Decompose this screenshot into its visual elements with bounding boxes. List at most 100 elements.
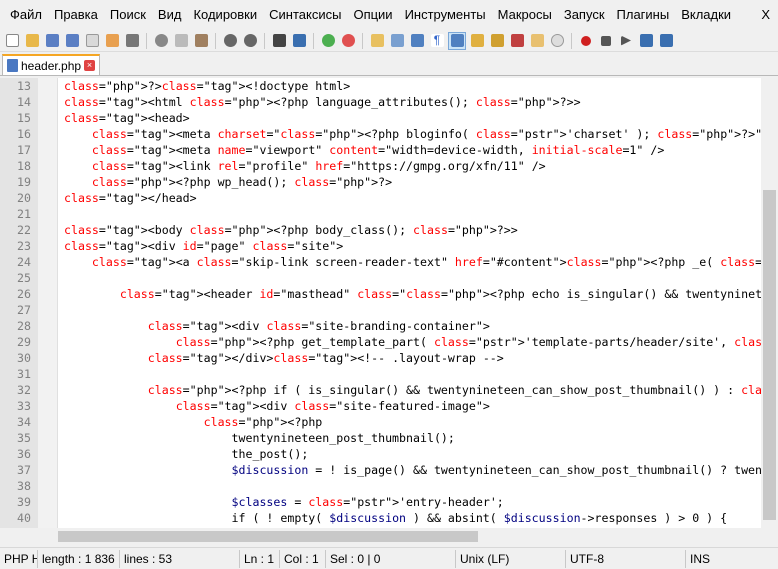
new-file-icon[interactable] xyxy=(3,32,21,50)
code-text: class="tag"><link rel="profile" href="ht… xyxy=(91,159,546,173)
menu-edit[interactable]: Правка xyxy=(48,0,104,30)
doc-map-icon[interactable] xyxy=(488,32,506,50)
code-line: 26 class="tag"><header id="masthead" cla… xyxy=(0,286,778,302)
code-line: 40 if ( ! empty( $discussion ) && absint… xyxy=(0,510,727,526)
code-line: 28 class="tag"><div class="site-branding… xyxy=(0,318,490,334)
code-text: class="php"><?php if ( is_singular() && … xyxy=(147,383,778,397)
menu-settings[interactable]: Опции xyxy=(347,0,398,30)
zoom-out-icon[interactable] xyxy=(339,32,357,50)
code-line: 38 xyxy=(0,478,31,494)
menu-file[interactable]: Файл xyxy=(4,0,48,30)
fold-margin[interactable] xyxy=(38,78,58,528)
vertical-scroll-thumb[interactable] xyxy=(763,190,776,520)
menu-view[interactable]: Вид xyxy=(152,0,188,30)
status-encoding[interactable]: UTF-8 xyxy=(566,549,686,568)
menu-bar: Файл Правка Поиск Вид Кодировки Синтакси… xyxy=(0,0,778,30)
undo-icon[interactable] xyxy=(221,32,239,50)
open-file-icon[interactable] xyxy=(23,32,41,50)
menu-tools[interactable]: Инструменты xyxy=(399,0,492,30)
code-line: 36 the_post(); xyxy=(0,446,308,462)
close-all-icon[interactable] xyxy=(103,32,121,50)
udl-icon[interactable] xyxy=(468,32,486,50)
code-text: if ( ! empty( $discussion ) && absint( $… xyxy=(64,511,728,525)
close-file-icon[interactable] xyxy=(83,32,101,50)
code-line: 14 class="tag"><html class="php"><?php la… xyxy=(0,94,581,110)
horizontal-scroll-thumb[interactable] xyxy=(58,531,478,542)
code-line: 31 xyxy=(0,366,31,382)
replace-icon[interactable] xyxy=(290,32,308,50)
code-line: 34 class="php"><?php xyxy=(0,414,322,430)
line-number: 14 xyxy=(17,95,31,109)
code-text: class="tag"><div class="site-featured-im… xyxy=(175,399,490,413)
line-number: 26 xyxy=(17,287,31,301)
menu-plugins[interactable]: Плагины xyxy=(611,0,676,30)
close-tab-icon[interactable]: × xyxy=(84,60,96,71)
menu-encoding[interactable]: Кодировки xyxy=(187,0,263,30)
menu-search[interactable]: Поиск xyxy=(104,0,152,30)
horizontal-scrollbar[interactable] xyxy=(0,528,761,545)
code-text: class="php">?>class="tag"><!doctype html… xyxy=(64,79,351,93)
code-line: 29 class="php"><?php get_template_part( … xyxy=(0,334,778,350)
vertical-scrollbar[interactable] xyxy=(761,78,778,528)
code-text: class="tag"><div id="page" class="site"> xyxy=(64,239,344,253)
record-macro-icon[interactable] xyxy=(577,32,595,50)
code-text: class="tag"></div>class="tag"><!-- .layo… xyxy=(147,351,504,365)
status-lines: lines : 53 xyxy=(120,549,240,568)
print-icon[interactable] xyxy=(123,32,141,50)
find-icon[interactable] xyxy=(270,32,288,50)
show-all-chars-icon[interactable]: ¶ xyxy=(428,32,446,50)
code-text: class="tag"><meta charset="class="php"><… xyxy=(91,127,778,141)
line-number: 39 xyxy=(17,495,31,509)
toolbar-separator xyxy=(313,32,314,49)
code-line: 15 class="tag"><head> xyxy=(0,110,190,126)
code-text: class="tag"><html class="php"><?php lang… xyxy=(64,95,581,109)
code-line: 23 class="tag"><div id="page" class="site… xyxy=(0,238,343,254)
zoom-in-icon[interactable] xyxy=(319,32,337,50)
stop-macro-icon[interactable] xyxy=(597,32,615,50)
run-macro-multiple-icon[interactable] xyxy=(637,32,655,50)
code-line: 20 class="tag"></head> xyxy=(0,190,197,206)
code-line: 32 class="php"><?php if ( is_singular() … xyxy=(0,382,778,398)
line-number: 18 xyxy=(17,159,31,173)
redo-icon[interactable] xyxy=(241,32,259,50)
line-number: 36 xyxy=(17,447,31,461)
save-all-icon[interactable] xyxy=(63,32,81,50)
sync-horizontal-icon[interactable] xyxy=(388,32,406,50)
menu-run[interactable]: Запуск xyxy=(558,0,611,30)
paste-icon[interactable] xyxy=(192,32,210,50)
tab-header-php[interactable]: header.php × xyxy=(2,54,101,75)
code-line: 33 class="tag"><div class="site-featured… xyxy=(0,398,490,414)
cut-icon[interactable] xyxy=(152,32,170,50)
monitoring-icon[interactable] xyxy=(548,32,566,50)
play-macro-icon[interactable] xyxy=(617,32,635,50)
line-number: 23 xyxy=(17,239,31,253)
code-line: 19 class="php"><?php wp_head(); class="p… xyxy=(0,174,392,190)
menu-language[interactable]: Синтаксисы xyxy=(263,0,347,30)
save-icon[interactable] xyxy=(43,32,61,50)
close-document-button[interactable]: X xyxy=(761,0,770,30)
indent-guide-icon[interactable] xyxy=(448,31,466,50)
line-number: 17 xyxy=(17,143,31,157)
line-number: 31 xyxy=(17,367,31,381)
status-eol[interactable]: Unix (LF) xyxy=(456,549,566,568)
code-line: 22 class="tag"><body class="php"><?php bo… xyxy=(0,222,518,238)
code-text: class="php"><?php xyxy=(203,415,323,429)
copy-icon[interactable] xyxy=(172,32,190,50)
line-number: 22 xyxy=(17,223,31,237)
sync-vertical-icon[interactable] xyxy=(368,32,386,50)
word-wrap-icon[interactable] xyxy=(408,32,426,50)
function-list-icon[interactable] xyxy=(508,32,526,50)
save-macro-icon[interactable] xyxy=(657,32,675,50)
code-text: class="tag"><a class="skip-link screen-r… xyxy=(91,255,778,269)
code-editor[interactable]: 13 class="php">?>class="tag"><!doctype ht… xyxy=(0,78,778,528)
status-insert-mode[interactable]: INS xyxy=(686,550,726,568)
menu-window[interactable]: Вкладки xyxy=(675,0,737,30)
line-number: 13 xyxy=(17,79,31,93)
code-line: 39 $classes = class="pstr">'entry-header… xyxy=(0,494,504,510)
folder-workspace-icon[interactable] xyxy=(528,32,546,50)
code-text: class="tag"><header id="masthead" class=… xyxy=(119,287,778,301)
menu-macro[interactable]: Макросы xyxy=(492,0,558,30)
code-text: class="tag"></head> xyxy=(64,191,197,205)
code-line: 13 class="php">?>class="tag"><!doctype ht… xyxy=(0,78,350,94)
code-line: 35 twentynineteen_post_thumbnail(); xyxy=(0,430,455,446)
